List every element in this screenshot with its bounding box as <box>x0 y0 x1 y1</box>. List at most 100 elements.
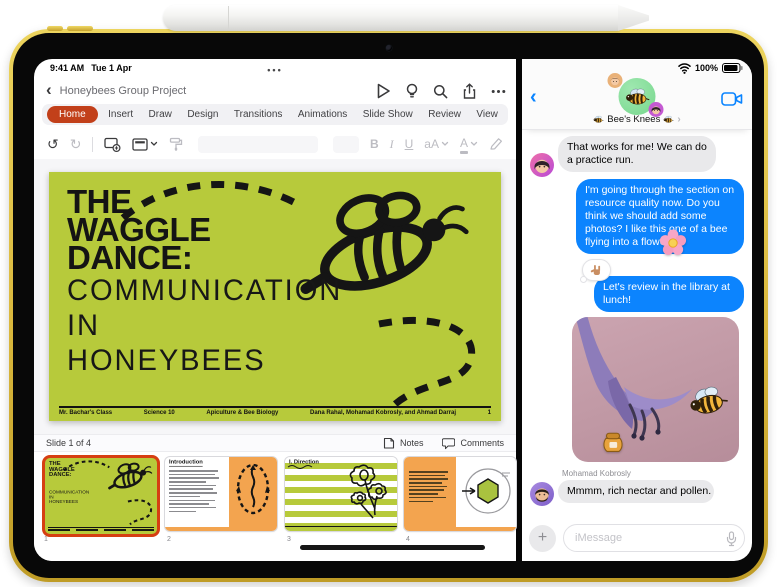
tab-animations[interactable]: Animations <box>293 106 352 123</box>
thumbnail-slide-3[interactable]: I. Direction <box>285 457 397 531</box>
slide-title-heavy: THE WAGGLE DANCE: <box>67 183 211 276</box>
battery-icon <box>722 63 743 73</box>
flower-sticker <box>659 228 687 262</box>
bold-button[interactable]: B <box>370 137 379 151</box>
received-message[interactable]: That works for me! We can do a practice … <box>558 136 716 172</box>
thumbnail-slide-4[interactable] <box>404 457 516 531</box>
size-field-disabled <box>332 135 359 153</box>
group-name[interactable]: Bee's Knees › <box>522 114 752 125</box>
add-attachment-button[interactable]: + <box>529 524 556 552</box>
apple-pencil <box>163 5 620 31</box>
text-size-button[interactable]: aA <box>424 137 449 151</box>
current-slide[interactable]: THE WAGGLE DANCE: COMMUNICATION IN HONEY… <box>49 172 501 421</box>
message-input-field[interactable] <box>563 524 745 552</box>
notes-button[interactable]: Notes <box>400 438 424 448</box>
footer-course: Science 10 <box>143 410 175 416</box>
format-toolbar: ↺ ↻ B I U aA A <box>34 129 516 159</box>
thumb4-text-panel <box>404 457 456 527</box>
front-camera <box>385 45 392 51</box>
volume-button <box>67 26 93 31</box>
powerpoint-navbar: ‹ Honeybees Group Project <box>44 80 506 102</box>
comments-button[interactable]: Comments <box>460 438 504 448</box>
document-title[interactable]: Honeybees Group Project <box>60 85 187 97</box>
thumb2-diagram-panel <box>229 457 277 527</box>
tab-insert[interactable]: Insert <box>103 106 138 123</box>
share-icon[interactable] <box>462 82 477 100</box>
navbar-icons <box>376 82 506 100</box>
photo-content <box>575 317 731 441</box>
microphone-icon[interactable] <box>726 531 737 552</box>
thumbnail-slide-2[interactable]: Introduction <box>165 457 277 531</box>
thumb4-number: 4 <box>406 536 410 543</box>
multitasking-dots[interactable]: ••• <box>34 65 516 75</box>
battery-percent: 100% <box>694 63 718 73</box>
tab-design[interactable]: Design <box>182 106 223 123</box>
received-message[interactable]: Mmmm, rich nectar and pollen. <box>558 480 714 503</box>
bee-emoji-icon <box>663 115 675 123</box>
search-icon[interactable] <box>433 84 448 99</box>
video-call-button[interactable] <box>721 92 743 111</box>
thumb1-title: THE WAGGLE DANCE: <box>49 460 75 478</box>
tab-review[interactable]: Review <box>423 106 466 123</box>
slide-footer: Mr. Bachar's Class Science 10 Apiculture… <box>59 406 491 416</box>
footer-authors: Dana Rahal, Mohamad Kobrosly, and Ahmad … <box>310 410 457 416</box>
footer-page-number: 1 <box>487 410 491 416</box>
back-button[interactable]: ‹ <box>530 87 537 107</box>
font-field-disabled <box>198 135 318 153</box>
thumbnail-slide-1[interactable]: THE WAGGLE DANCE: COMMUNICATION IN HONEYBEES <box>42 455 160 537</box>
messages-app: 100% ••• Dana Rahal That works for me! W… <box>522 59 752 561</box>
thumb2-text <box>169 470 221 514</box>
sender-label: Mohamad Kobrosly <box>562 469 631 478</box>
italic-button[interactable]: I <box>390 137 394 152</box>
thumb3-number: 3 <box>287 536 291 543</box>
designer-lightbulb-button[interactable] <box>405 83 419 99</box>
sent-message[interactable]: Let's review in the library at lunch! <box>594 276 744 312</box>
back-button[interactable]: ‹ <box>44 81 60 101</box>
avatar-dana[interactable] <box>530 153 554 177</box>
chevron-right-icon: › <box>677 114 681 125</box>
ribbon-tab-bar: Home Insert Draw Design Transitions Anim… <box>42 104 508 125</box>
wifi-icon <box>678 63 691 74</box>
thumb2-heading: Introduction <box>169 459 203 467</box>
redo-button[interactable]: ↻ <box>70 137 82 151</box>
underline-button[interactable]: U <box>405 137 414 151</box>
group-avatar[interactable] <box>607 73 664 117</box>
undo-button[interactable]: ↺ <box>47 137 59 151</box>
new-slide-button[interactable] <box>104 137 121 152</box>
comments-icon <box>442 437 456 449</box>
present-play-button[interactable] <box>376 83 391 99</box>
tab-home[interactable]: Home <box>47 106 98 123</box>
slide-layout-button[interactable] <box>132 137 158 151</box>
tab-view[interactable]: View <box>471 106 503 123</box>
ipad-device: 9:41 AM Tue 1 Apr ••• ‹ Honeybees Group … <box>9 26 768 582</box>
more-ellipsis-button[interactable] <box>491 89 506 94</box>
slide-info-bar: Slide 1 of 4 Notes Comments <box>34 434 516 452</box>
footer-class: Mr. Bachar's Class <box>59 410 113 416</box>
thumb2-number: 2 <box>167 536 171 543</box>
message-input[interactable] <box>564 525 744 551</box>
divider <box>92 136 94 152</box>
ipad-screen: 9:41 AM Tue 1 Apr ••• ‹ Honeybees Group … <box>34 59 752 561</box>
font-color-button[interactable]: A <box>459 134 478 154</box>
tab-draw[interactable]: Draw <box>144 106 177 123</box>
tab-slideshow[interactable]: Slide Show <box>358 106 418 123</box>
bee-emoji-icon <box>593 115 605 123</box>
highlighter-button[interactable] <box>489 137 503 151</box>
slide-title-light: COMMUNICATION IN HONEYBEES <box>67 274 343 377</box>
home-indicator[interactable] <box>300 545 485 550</box>
format-painter-button[interactable] <box>169 137 183 152</box>
ipad-bezel: 9:41 AM Tue 1 Apr ••• ‹ Honeybees Group … <box>13 33 764 578</box>
status-bar-right: 100% <box>678 62 743 74</box>
thumb4-footer <box>404 527 516 531</box>
apple-pencil-seam <box>228 6 229 30</box>
group-avatar-member-1 <box>607 73 623 88</box>
notes-icon <box>383 437 395 449</box>
volume-button <box>47 26 63 31</box>
photo-message-bee-flower[interactable] <box>572 317 739 462</box>
tab-transitions[interactable]: Transitions <box>229 106 288 123</box>
avatar-mohamad[interactable] <box>530 482 554 506</box>
tapback-love-you-gesture[interactable] <box>580 259 611 283</box>
powerpoint-app: 9:41 AM Tue 1 Apr ••• ‹ Honeybees Group … <box>34 59 516 561</box>
apple-pencil-tip <box>618 5 649 31</box>
message-composer: + <box>529 523 745 553</box>
